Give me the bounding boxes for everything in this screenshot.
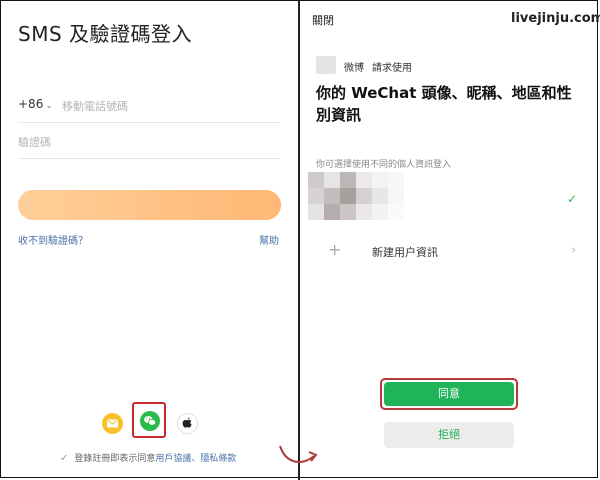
country-code: +86: [18, 97, 44, 111]
app-request: 微博 請求使用: [344, 59, 412, 74]
reject-button[interactable]: 拒絕: [384, 422, 514, 448]
wechat-highlight: [132, 402, 166, 438]
agreement-row: ✓ 登錄註冊即表示同意用戶協議、隱私條款: [60, 451, 236, 464]
sms-login-screen: SMS 及驗證碼登入 +86 ⌄ 移動電話號碼 驗證碼 收不到驗證碼？ 幫助 ✓ 登…: [0, 0, 298, 480]
chevron-down-icon: ⌄: [45, 101, 53, 111]
chevron-right-icon: ›: [571, 243, 577, 258]
agree-button[interactable]: 同意: [384, 382, 514, 406]
auth-headline: 你的 WeChat 頭像、昵稱、地區和性別資訊: [316, 84, 572, 124]
code-input[interactable]: 驗證碼: [18, 134, 51, 150]
app-logo-icon: [316, 56, 336, 74]
mail-icon[interactable]: [102, 413, 123, 434]
avatar: [308, 172, 404, 220]
login-button[interactable]: [18, 190, 281, 220]
profile-option[interactable]: ✓: [308, 172, 594, 232]
phone-input-row[interactable]: +86 ⌄ 移動電話號碼: [18, 96, 280, 123]
checkbox-icon[interactable]: ✓: [60, 453, 68, 464]
close-button[interactable]: 關閉: [312, 12, 334, 28]
apple-icon[interactable]: [177, 413, 198, 434]
help-link[interactable]: 幫助: [259, 232, 279, 247]
page-title: SMS 及驗證碼登入: [18, 22, 193, 46]
wechat-icon[interactable]: [140, 411, 160, 431]
app-name: 微博: [344, 63, 364, 74]
plus-icon: +: [328, 240, 342, 259]
watermark: livejinju.com: [511, 11, 600, 26]
new-user-label: 新建用户資訊: [372, 246, 438, 259]
phone-input[interactable]: 移動電話號碼: [62, 98, 128, 114]
agreement-links[interactable]: 用戶協議、隱私條款: [155, 454, 236, 464]
check-icon: ✓: [567, 192, 578, 206]
app-request-text: 請求使用: [372, 63, 412, 74]
no-code-link[interactable]: 收不到驗證碼？: [18, 232, 88, 247]
code-input-row[interactable]: 驗證碼: [18, 132, 280, 159]
new-user-option[interactable]: + 新建用户資訊 ›: [316, 240, 584, 264]
auth-subtitle: 你可選擇使用不同的個人資訊登入: [316, 160, 452, 170]
country-code-selector[interactable]: +86 ⌄: [18, 97, 53, 111]
agreement-text: 登錄註冊即表示同意: [74, 454, 156, 464]
wechat-auth-screen: 關閉 livejinju.com 微博 請求使用 你的 WeChat 頭像、昵稱、…: [300, 0, 600, 480]
